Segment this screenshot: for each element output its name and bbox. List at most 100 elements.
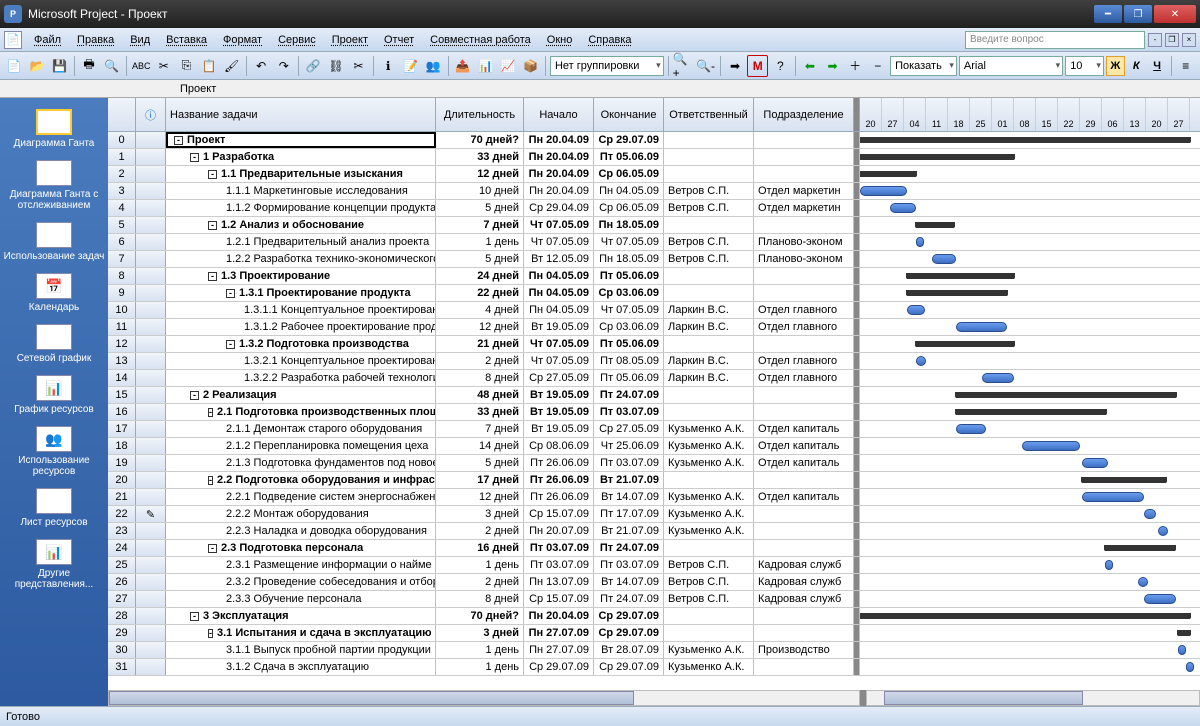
task-end[interactable]: Ср 29.07.09 (594, 625, 664, 641)
gantt-cell[interactable] (860, 200, 1200, 216)
open-icon[interactable]: 📂 (27, 55, 48, 77)
task-start[interactable]: Пн 20.04.09 (524, 132, 594, 148)
task-start[interactable]: Пн 27.07.09 (524, 625, 594, 641)
task-end[interactable]: Вт 28.07.09 (594, 642, 664, 658)
task-start[interactable]: Чт 07.05.09 (524, 336, 594, 352)
gantt-bar[interactable] (1158, 526, 1168, 536)
task-start[interactable]: Пн 13.07.09 (524, 574, 594, 590)
task-department[interactable]: Отдел капиталь (754, 438, 854, 454)
mdi-restore-button[interactable]: ❐ (1165, 33, 1179, 47)
row-index[interactable]: 18 (108, 438, 136, 454)
task-end[interactable]: Пт 24.07.09 (594, 387, 664, 403)
table-row[interactable]: 20-2.2 Подготовка оборудования и инфраст… (108, 472, 1200, 489)
task-responsible[interactable]: Ветров С.П. (664, 183, 754, 199)
copy-icon[interactable]: ⎘ (176, 55, 197, 77)
row-info[interactable] (136, 217, 166, 233)
task-start[interactable]: Ср 29.07.09 (524, 659, 594, 675)
maximize-button[interactable]: ❐ (1124, 5, 1152, 23)
gantt-bar[interactable] (916, 341, 1014, 347)
gantt-bar[interactable] (916, 356, 926, 366)
doc-icon[interactable]: 📄 (4, 31, 22, 49)
gantt-cell[interactable] (860, 608, 1200, 624)
task-department[interactable] (754, 506, 854, 522)
task-responsible[interactable]: Кузьменко А.К. (664, 438, 754, 454)
task-end[interactable]: Ср 03.06.09 (594, 319, 664, 335)
menu-совместная работа[interactable]: Совместная работа (422, 31, 539, 49)
table-row[interactable]: 29-3.1 Испытания и сдача в эксплуатацию3… (108, 625, 1200, 642)
paste-icon[interactable]: 📋 (199, 55, 220, 77)
horizontal-scroll[interactable] (108, 690, 1200, 706)
gantt-bar[interactable] (956, 424, 986, 434)
task-responsible[interactable]: Кузьменко А.К. (664, 642, 754, 658)
gantt-bar[interactable] (1022, 441, 1080, 451)
header-department[interactable]: Подразделение (754, 98, 854, 131)
gantt-bar[interactable] (860, 171, 916, 177)
task-department[interactable]: Планово-эконом (754, 251, 854, 267)
table-row[interactable]: 252.3.1 Размещение информации о найме пе… (108, 557, 1200, 574)
close-button[interactable]: ✕ (1154, 5, 1196, 23)
row-info[interactable] (136, 438, 166, 454)
table-row[interactable]: 131.3.2.1 Концептуальное проектирование2… (108, 353, 1200, 370)
header-info-icon[interactable]: ⓘ (136, 98, 166, 131)
task-duration[interactable]: 4 дней (436, 302, 524, 318)
task-department[interactable] (754, 166, 854, 182)
row-index[interactable]: 0 (108, 132, 136, 148)
nav-other[interactable]: 📊Другие представления... (0, 536, 108, 598)
task-end[interactable]: Пн 04.05.09 (594, 183, 664, 199)
task-end[interactable]: Ср 29.07.09 (594, 659, 664, 675)
task-end[interactable]: Пт 03.07.09 (594, 455, 664, 471)
task-start[interactable]: Пн 04.05.09 (524, 268, 594, 284)
help-search-input[interactable]: Введите вопрос (965, 31, 1145, 49)
row-info[interactable] (136, 523, 166, 539)
nav-res-usage[interactable]: 👥Использование ресурсов (0, 423, 108, 485)
italic-button[interactable]: К (1127, 56, 1146, 76)
gantt-bar[interactable] (860, 186, 907, 196)
gantt-bar[interactable] (1082, 492, 1144, 502)
preview-icon[interactable]: 🔍 (101, 55, 122, 77)
gantt-cell[interactable] (860, 268, 1200, 284)
table-row[interactable]: 192.1.3 Подготовка фундаментов под новое… (108, 455, 1200, 472)
menu-вид[interactable]: Вид (122, 31, 158, 49)
outline-toggle[interactable]: - (226, 340, 235, 349)
task-department[interactable]: Производство (754, 642, 854, 658)
task-name[interactable]: -Проект (166, 132, 436, 148)
task-department[interactable]: Отдел маркетин (754, 200, 854, 216)
nav-network[interactable]: ⬚Сетевой график (0, 321, 108, 372)
row-index[interactable]: 8 (108, 268, 136, 284)
macro-icon[interactable]: M (747, 55, 768, 77)
font-combo[interactable]: Arial (959, 56, 1063, 76)
task-name[interactable]: -3 Эксплуатация (166, 608, 436, 624)
task-start[interactable]: Вт 19.05.09 (524, 421, 594, 437)
row-info[interactable] (136, 591, 166, 607)
row-index[interactable]: 14 (108, 370, 136, 386)
gantt-cell[interactable] (860, 455, 1200, 471)
task-responsible[interactable] (664, 166, 754, 182)
task-responsible[interactable] (664, 404, 754, 420)
task-end[interactable]: Пт 08.05.09 (594, 353, 664, 369)
row-info[interactable] (136, 132, 166, 148)
task-name[interactable]: 2.1.2 Перепланировка помещения цеха (166, 438, 436, 454)
notes-icon[interactable]: 📝 (400, 55, 421, 77)
table-row[interactable]: 71.2.2 Разработка технико-экономического… (108, 251, 1200, 268)
task-end[interactable]: Вт 14.07.09 (594, 489, 664, 505)
task-responsible[interactable] (664, 217, 754, 233)
task-responsible[interactable] (664, 608, 754, 624)
table-row[interactable]: 28-3 Эксплуатация70 дней?Пн 20.04.09Ср 2… (108, 608, 1200, 625)
gantt-cell[interactable] (860, 438, 1200, 454)
task-duration[interactable]: 3 дней (436, 625, 524, 641)
task-duration[interactable]: 33 дней (436, 404, 524, 420)
gantt-bar[interactable] (1144, 509, 1156, 519)
task-duration[interactable]: 7 дней (436, 421, 524, 437)
task-start[interactable]: Вт 19.05.09 (524, 319, 594, 335)
split-icon[interactable]: ✂ (348, 55, 369, 77)
task-duration[interactable]: 2 дней (436, 574, 524, 590)
task-end[interactable]: Пт 03.07.09 (594, 557, 664, 573)
task-end[interactable]: Ср 06.05.09 (594, 166, 664, 182)
table-row[interactable]: 15-2 Реализация48 днейВт 19.05.09Пт 24.0… (108, 387, 1200, 404)
task-department[interactable]: Отдел маркетин (754, 183, 854, 199)
row-info[interactable] (136, 285, 166, 301)
gantt-bar[interactable] (1144, 594, 1176, 604)
show-sub-icon[interactable]: ＋ (845, 55, 866, 77)
nav-res-graph[interactable]: 📊График ресурсов (0, 372, 108, 423)
row-index[interactable]: 24 (108, 540, 136, 556)
